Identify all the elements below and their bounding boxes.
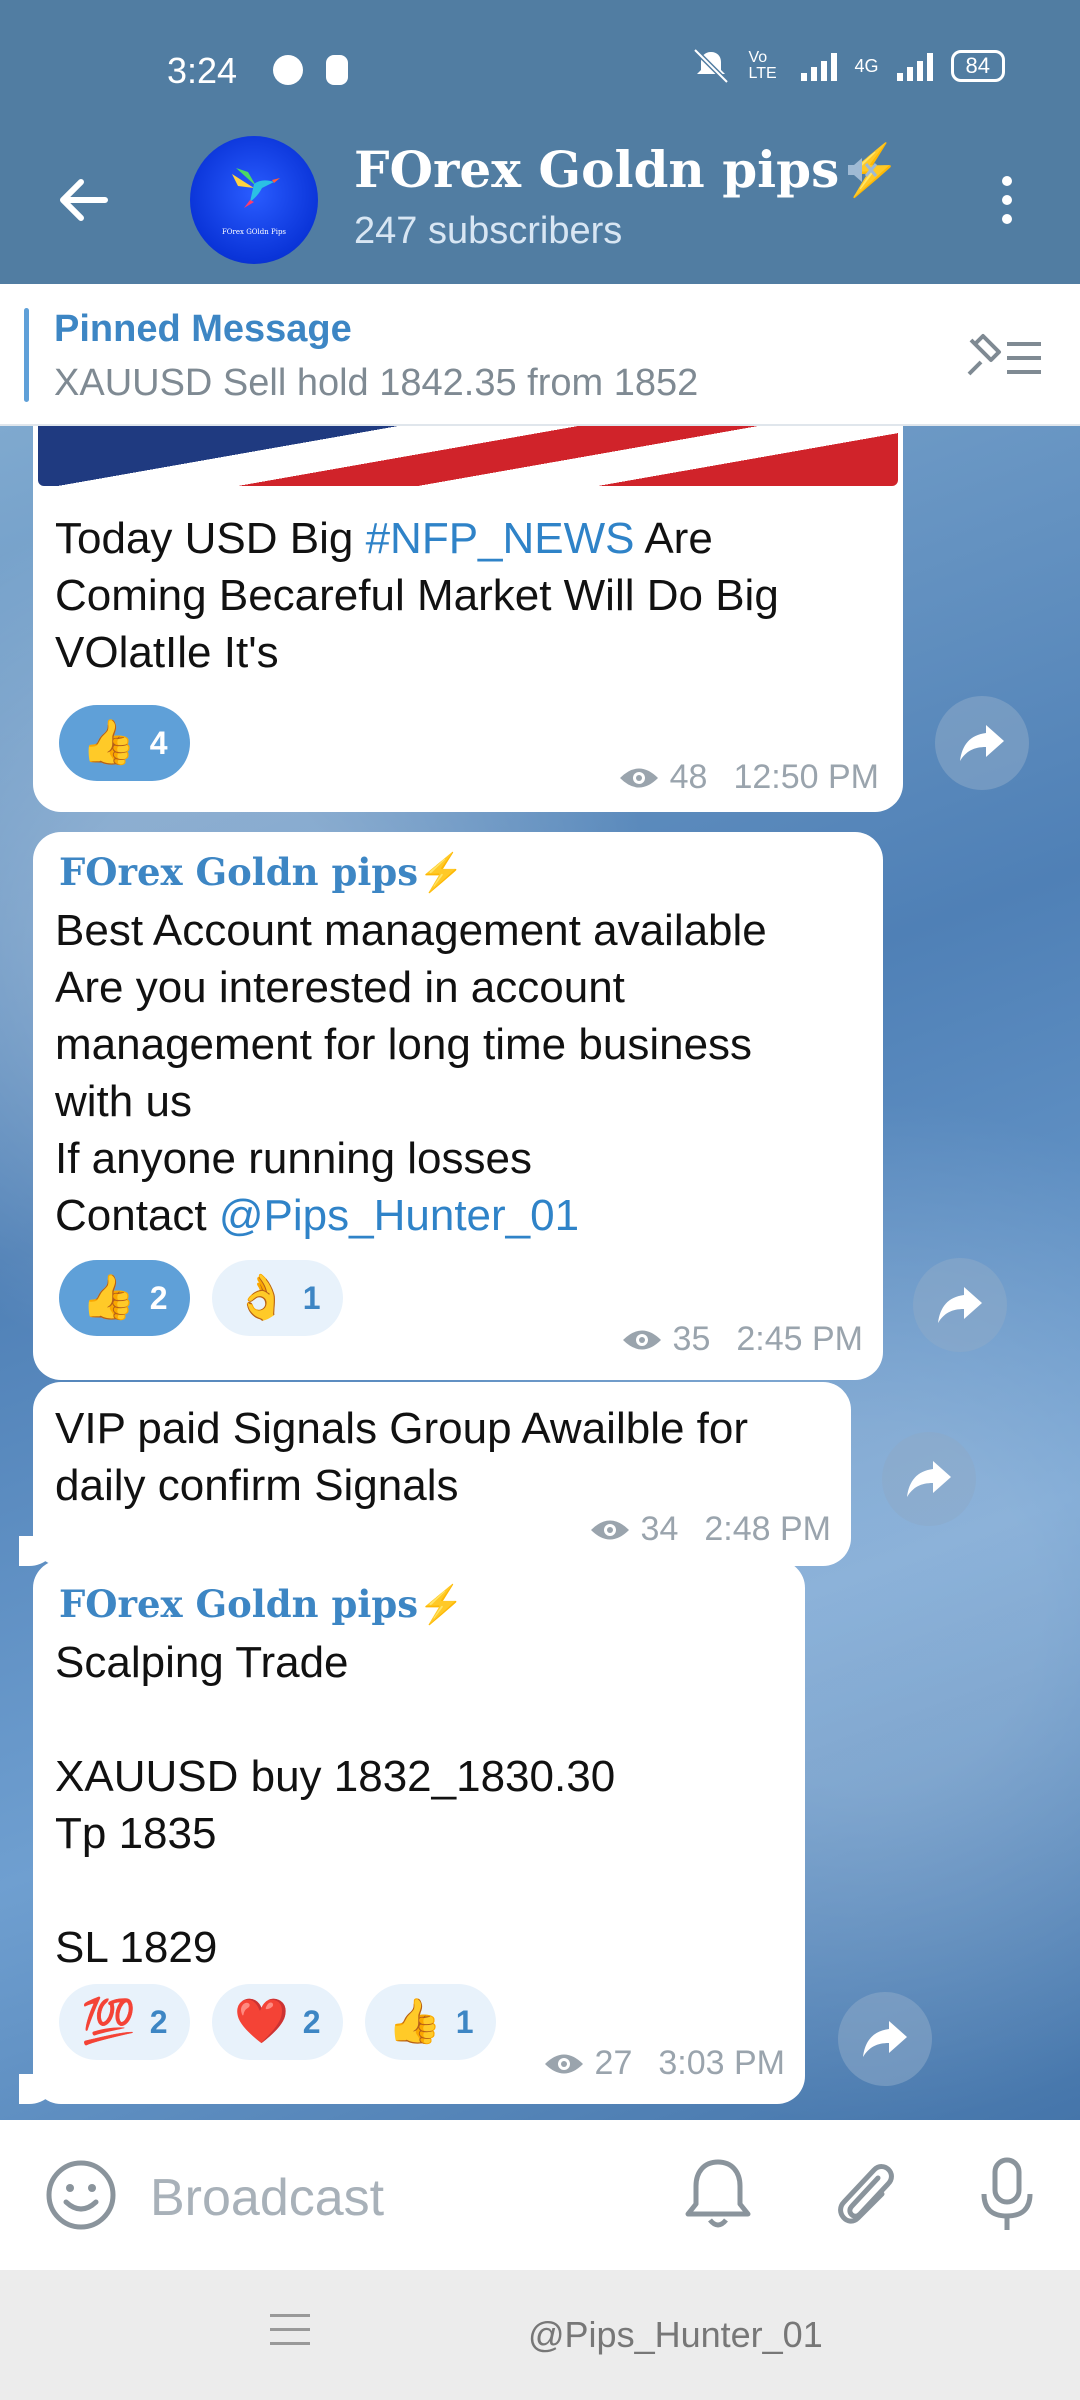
message-text: Today USD Big #NFP_NEWS Are Coming Becar… xyxy=(55,514,779,677)
message-meta: 27 3:03 PM xyxy=(543,2044,785,2083)
channel-avatar[interactable]: FOrex GOldn Pips xyxy=(190,136,318,264)
pinned-indicator xyxy=(24,308,29,402)
views-eye-icon xyxy=(544,2054,583,2073)
message-bubble[interactable]: VIP paid Signals Group Awailble for dail… xyxy=(19,1382,851,1566)
message-meta: 35 2:45 PM xyxy=(621,1320,863,1359)
reaction-thumbs-up[interactable]: 👍 1 xyxy=(365,1984,496,2060)
channel-title[interactable]: FOrex Goldn pips⚡ xyxy=(354,140,902,200)
view-count: 35 xyxy=(672,1320,711,1358)
message-meta: 34 2:48 PM xyxy=(589,1510,831,1549)
views-eye-icon xyxy=(590,1520,629,1539)
clock: 3:24 xyxy=(167,50,238,91)
tiktok-icon xyxy=(326,55,348,85)
broadcast-input[interactable]: Broadcast xyxy=(150,2168,384,2228)
channel-name: FOrex Goldn pips xyxy=(354,140,840,199)
view-count: 48 xyxy=(669,758,708,796)
volte-label: Vo LTE xyxy=(748,49,777,82)
share-button[interactable] xyxy=(838,1992,932,2086)
message-time: 2:45 PM xyxy=(736,1320,863,1358)
network-label: 4G xyxy=(854,55,879,76)
share-icon xyxy=(907,1461,951,1497)
message-bubble[interactable]: Today USD Big #NFP_NEWS Are Coming Becar… xyxy=(33,426,903,812)
share-icon xyxy=(938,1287,982,1323)
reaction-thumbs-up[interactable]: 👍 4 xyxy=(59,705,190,781)
status-bar: 3:24 Vo LTE 4G 84 xyxy=(0,0,1080,140)
hummingbird-icon xyxy=(232,168,280,208)
message-time: 2:48 PM xyxy=(704,1510,831,1548)
views-eye-icon xyxy=(622,1330,661,1349)
message-bubble[interactable]: FOrex Goldn pips⚡ Scalping Trade XAUUSD … xyxy=(19,1560,805,2104)
subscriber-count: 247 subscribers xyxy=(354,210,623,252)
bell-icon[interactable] xyxy=(680,2154,756,2234)
message-meta: 48 12:50 PM xyxy=(618,758,879,797)
pinned-label: Pinned Message xyxy=(54,308,352,350)
system-nav-bar: @Pips_Hunter_01 xyxy=(0,2270,1080,2400)
message-text: VIP paid Signals Group Awailble for dail… xyxy=(55,1404,749,1510)
view-count: 34 xyxy=(640,1510,679,1548)
pinned-text: XAUUSD Sell hold 1842.35 from 1852 xyxy=(54,362,699,404)
back-arrow-icon[interactable] xyxy=(55,172,111,228)
more-vertical-icon[interactable] xyxy=(990,172,1024,228)
reaction-hundred[interactable]: 💯 2 xyxy=(59,1984,190,2060)
microphone-icon[interactable] xyxy=(972,2154,1042,2234)
signal-icon xyxy=(800,51,837,81)
share-icon xyxy=(960,725,1004,761)
emoji-icon[interactable] xyxy=(44,2158,118,2232)
pinned-message-bar[interactable]: Pinned Message XAUUSD Sell hold 1842.35 … xyxy=(0,284,1080,426)
reaction-thumbs-up[interactable]: 👍 2 xyxy=(59,1260,190,1336)
views-eye-icon xyxy=(619,768,658,787)
message-bubble[interactable]: FOrex Goldn pips⚡ Best Account managemen… xyxy=(33,832,883,1380)
view-count: 27 xyxy=(594,2044,633,2082)
avatar-text: FOrex GOldn Pips xyxy=(221,228,287,236)
flag-image xyxy=(38,426,898,486)
share-icon xyxy=(863,2021,907,2057)
mention-link[interactable]: @Pips_Hunter_01 xyxy=(219,1191,579,1240)
share-button[interactable] xyxy=(882,1432,976,1526)
hashtag-link[interactable]: #NFP_NEWS xyxy=(366,514,635,563)
facebook-icon xyxy=(273,55,303,85)
chat-area[interactable]: Today USD Big #NFP_NEWS Are Coming Becar… xyxy=(0,426,1080,2120)
message-time: 12:50 PM xyxy=(733,758,879,796)
share-button[interactable] xyxy=(913,1258,1007,1352)
pin-list-icon[interactable] xyxy=(965,330,1045,382)
signal-icon-2 xyxy=(896,51,933,81)
message-time: 3:03 PM xyxy=(658,2044,785,2082)
status-icons: Vo LTE 4G 84 xyxy=(691,48,1005,84)
mute-bell-icon xyxy=(692,48,729,84)
attach-icon[interactable] xyxy=(826,2154,902,2234)
muted-icon xyxy=(848,158,878,182)
battery-indicator: 84 xyxy=(950,50,1005,82)
bubble-tail xyxy=(19,2074,59,2104)
share-button[interactable] xyxy=(935,696,1029,790)
message-input-bar: Broadcast xyxy=(0,2120,1080,2270)
sender-name: FOrex Goldn pips⚡ xyxy=(59,1582,465,1626)
sender-name: FOrex Goldn pips⚡ xyxy=(59,850,465,894)
reaction-heart[interactable]: ❤️ 2 xyxy=(212,1984,343,2060)
app-header: 3:24 Vo LTE 4G 84 FOrex GOldn Pips FOrex… xyxy=(0,0,1080,284)
message-text: Scalping Trade XAUUSD buy 1832_1830.30 T… xyxy=(55,1638,616,1972)
watermark: @Pips_Hunter_01 xyxy=(528,2314,823,2355)
recent-apps-icon[interactable] xyxy=(270,2314,310,2354)
reaction-ok-hand[interactable]: 👌 1 xyxy=(212,1260,343,1336)
message-text: Best Account management available Are yo… xyxy=(55,906,767,1240)
